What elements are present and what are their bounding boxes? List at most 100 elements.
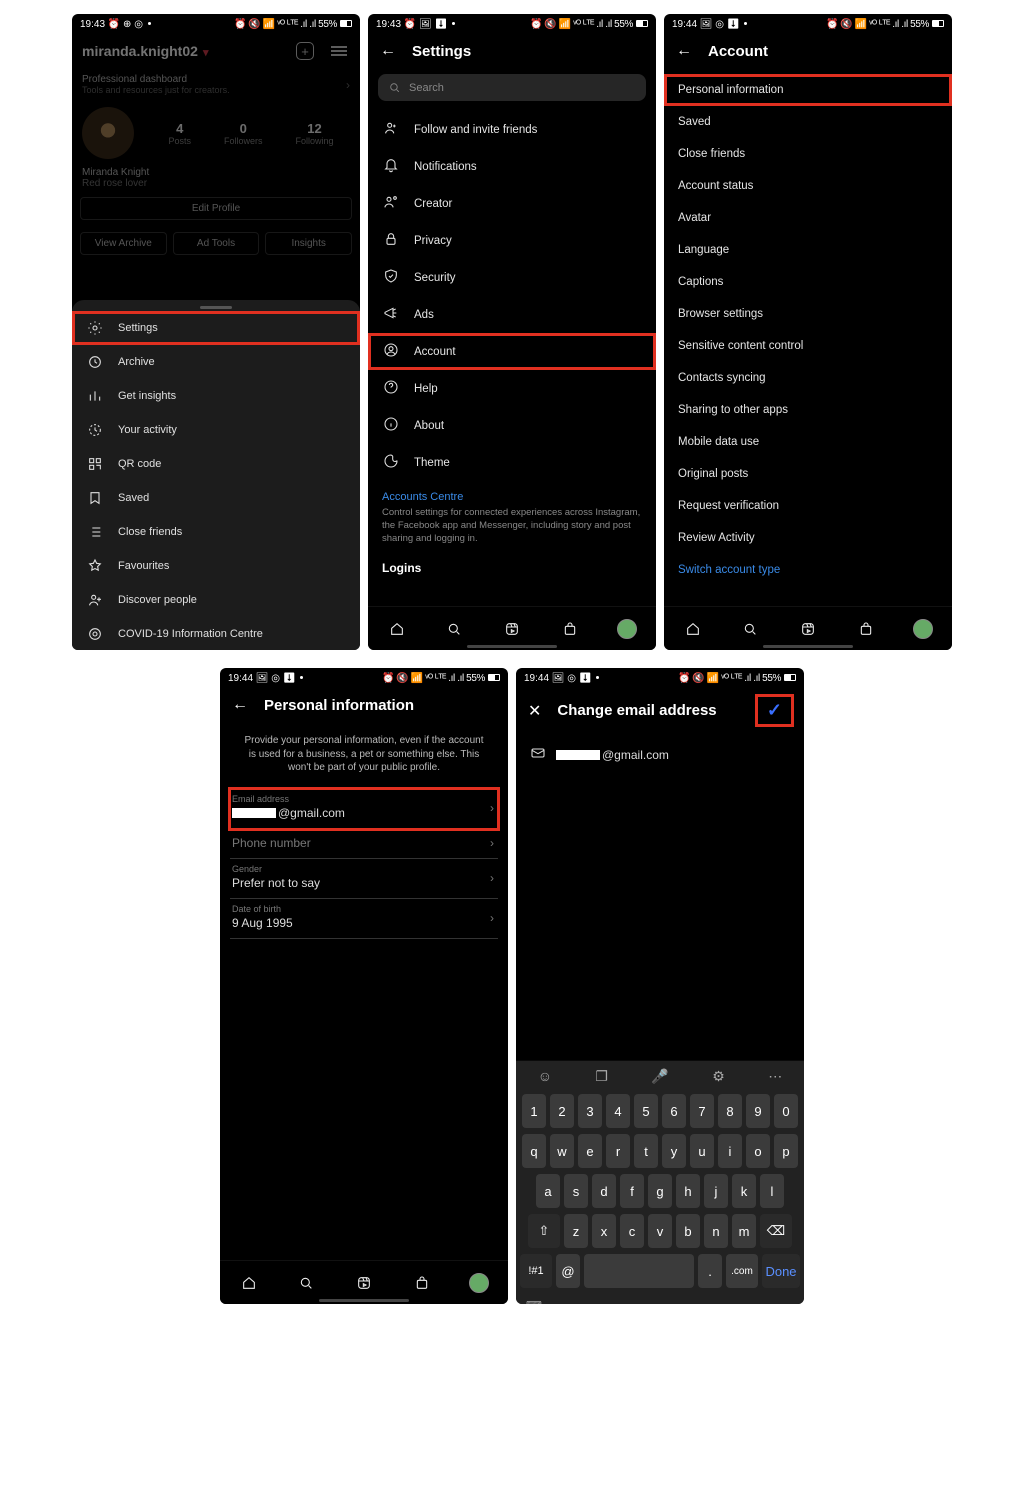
key-0[interactable]: 0 [774, 1094, 798, 1128]
key-d[interactable]: d [592, 1174, 616, 1208]
key-g[interactable]: g [648, 1174, 672, 1208]
key-com[interactable]: .com [726, 1254, 758, 1288]
mic-icon[interactable]: 🎤 [651, 1068, 668, 1085]
account-original-posts[interactable]: Original posts [664, 458, 952, 490]
view-archive-button[interactable]: View Archive [80, 232, 167, 255]
pro-dashboard-row[interactable]: Professional dashboard Tools and resourc… [72, 70, 360, 103]
key-space[interactable] [584, 1254, 694, 1288]
menu-discover[interactable]: Discover people [72, 583, 360, 617]
menu-archive[interactable]: Archive [72, 345, 360, 379]
key-f[interactable]: f [620, 1174, 644, 1208]
kb-collapse-icon[interactable]: ⌄ [785, 1299, 794, 1305]
key-symbols[interactable]: !#1 [520, 1254, 552, 1288]
close-icon[interactable]: ✕ [528, 701, 541, 721]
shop-icon[interactable] [560, 619, 580, 639]
kb-more-icon[interactable]: ⋯ [768, 1068, 782, 1085]
home-icon[interactable] [239, 1273, 259, 1293]
key-4[interactable]: 4 [606, 1094, 630, 1128]
shop-icon[interactable] [856, 619, 876, 639]
accounts-centre-link[interactable]: Accounts Centre [368, 481, 656, 505]
account-switch-type[interactable]: Switch account type [664, 554, 952, 586]
key-p[interactable]: p [774, 1134, 798, 1168]
shop-icon[interactable] [412, 1273, 432, 1293]
key-6[interactable]: 6 [662, 1094, 686, 1128]
back-icon[interactable]: ← [232, 696, 248, 714]
field-email[interactable]: Email address @gmail.com › [230, 789, 498, 829]
key-c[interactable]: c [620, 1214, 644, 1248]
key-done[interactable]: Done [762, 1254, 800, 1288]
kb-settings-icon[interactable]: ⚙ [712, 1068, 725, 1085]
key-dot[interactable]: . [698, 1254, 722, 1288]
profile-nav-icon[interactable] [617, 619, 637, 639]
account-captions[interactable]: Captions [664, 266, 952, 298]
key-3[interactable]: 3 [578, 1094, 602, 1128]
profile-avatar[interactable] [82, 107, 134, 159]
key-j[interactable]: j [704, 1174, 728, 1208]
back-icon[interactable]: ← [380, 42, 396, 60]
key-5[interactable]: 5 [634, 1094, 658, 1128]
sheet-handle[interactable] [200, 306, 232, 309]
ad-tools-button[interactable]: Ad Tools [173, 232, 260, 255]
username-dropdown[interactable]: miranda.knight02 ▾ [82, 43, 209, 59]
back-icon[interactable]: ← [676, 42, 692, 60]
menu-settings[interactable]: Settings [72, 311, 360, 345]
menu-qr[interactable]: QR code [72, 447, 360, 481]
key-s[interactable]: s [564, 1174, 588, 1208]
key-8[interactable]: 8 [718, 1094, 742, 1128]
search-icon[interactable] [296, 1273, 316, 1293]
sticker-icon[interactable]: ❐ [595, 1068, 608, 1085]
key-b[interactable]: b [676, 1214, 700, 1248]
emoji-icon[interactable]: ☺ [538, 1068, 552, 1084]
field-phone[interactable]: Phone number › [230, 829, 498, 859]
key-i[interactable]: i [718, 1134, 742, 1168]
key-backspace[interactable]: ⌫ [760, 1214, 792, 1248]
key-y[interactable]: y [662, 1134, 686, 1168]
insights-button[interactable]: Insights [265, 232, 352, 255]
key-n[interactable]: n [704, 1214, 728, 1248]
settings-follow-invite[interactable]: Follow and invite friends [368, 111, 656, 148]
account-close-friends[interactable]: Close friends [664, 138, 952, 170]
key-q[interactable]: q [522, 1134, 546, 1168]
menu-icon[interactable] [328, 40, 350, 62]
menu-covid[interactable]: COVID-19 Information Centre [72, 617, 360, 650]
email-input-row[interactable]: @gmail.com [516, 735, 804, 774]
key-9[interactable]: 9 [746, 1094, 770, 1128]
menu-activity[interactable]: Your activity [72, 413, 360, 447]
key-7[interactable]: 7 [690, 1094, 714, 1128]
stat-followers[interactable]: 0Followers [224, 121, 263, 146]
settings-help[interactable]: Help [368, 370, 656, 407]
key-shift[interactable]: ⇧ [528, 1214, 560, 1248]
key-r[interactable]: r [606, 1134, 630, 1168]
menu-favourites[interactable]: Favourites [72, 549, 360, 583]
settings-ads[interactable]: Ads [368, 296, 656, 333]
key-u[interactable]: u [690, 1134, 714, 1168]
profile-nav-icon[interactable] [913, 619, 933, 639]
account-language[interactable]: Language [664, 234, 952, 266]
account-review-activity[interactable]: Review Activity [664, 522, 952, 554]
account-avatar[interactable]: Avatar [664, 202, 952, 234]
settings-creator[interactable]: Creator [368, 185, 656, 222]
reels-icon[interactable] [798, 619, 818, 639]
key-t[interactable]: t [634, 1134, 658, 1168]
account-contacts[interactable]: Contacts syncing [664, 362, 952, 394]
search-icon[interactable] [444, 619, 464, 639]
reels-icon[interactable] [502, 619, 522, 639]
settings-notifications[interactable]: Notifications [368, 148, 656, 185]
key-m[interactable]: m [732, 1214, 756, 1248]
confirm-check-icon[interactable]: ✓ [757, 696, 792, 725]
key-l[interactable]: l [760, 1174, 784, 1208]
settings-theme[interactable]: Theme [368, 444, 656, 481]
reels-icon[interactable] [354, 1273, 374, 1293]
home-icon[interactable] [683, 619, 703, 639]
key-h[interactable]: h [676, 1174, 700, 1208]
account-browser[interactable]: Browser settings [664, 298, 952, 330]
stat-posts[interactable]: 4Posts [168, 121, 191, 146]
home-icon[interactable] [387, 619, 407, 639]
edit-profile-button[interactable]: Edit Profile [80, 197, 352, 220]
kb-switch-icon[interactable]: ⌨ [526, 1299, 542, 1305]
key-1[interactable]: 1 [522, 1094, 546, 1128]
field-dob[interactable]: Date of birth 9 Aug 1995 › [230, 899, 498, 939]
account-status[interactable]: Account status [664, 170, 952, 202]
settings-account[interactable]: Account [368, 333, 656, 370]
settings-security[interactable]: Security [368, 259, 656, 296]
